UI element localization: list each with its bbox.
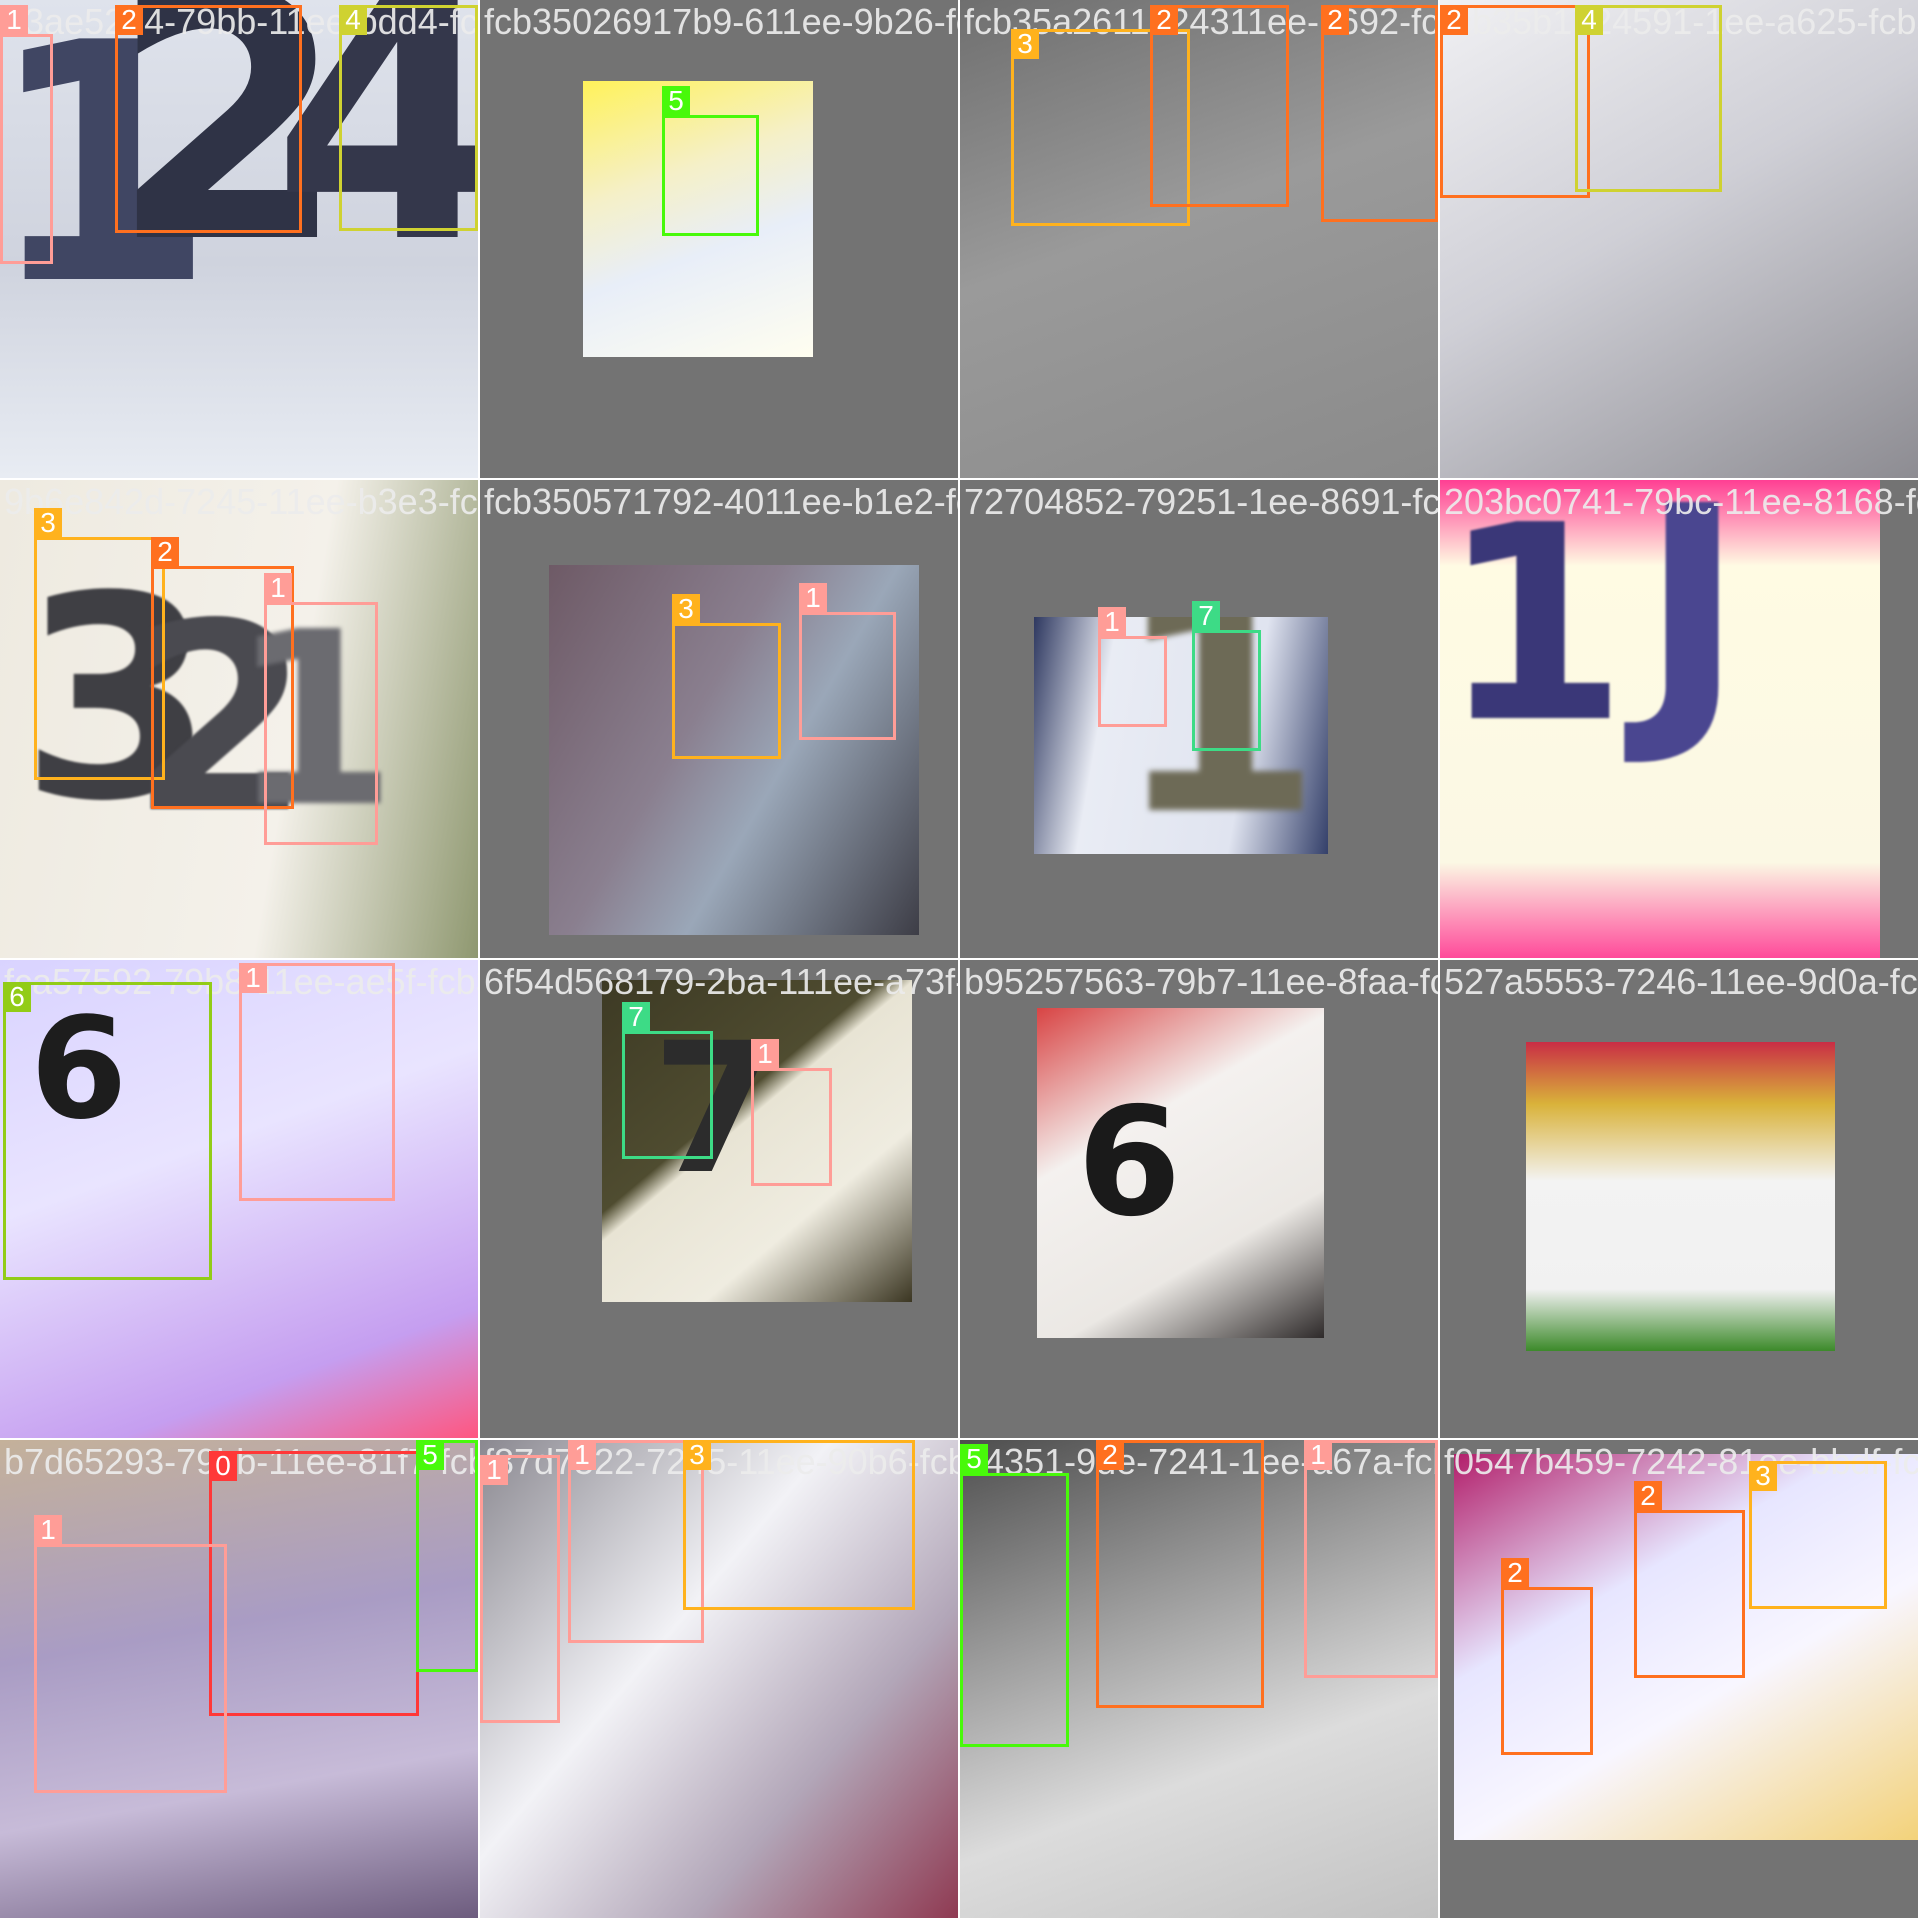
bounding-box: 3 <box>683 1440 915 1610</box>
bounding-box: 2 <box>115 5 302 233</box>
bounding-box: 4 <box>1575 5 1722 192</box>
bounding-box-label: 1 <box>239 963 267 993</box>
bounding-box-label: 5 <box>662 86 690 116</box>
photo-digit: 6 <box>1077 1076 1182 1250</box>
bounding-box: 1 <box>0 5 53 264</box>
bounding-box-label: 2 <box>1150 5 1178 35</box>
bounding-box-label: 4 <box>1575 5 1603 35</box>
bounding-box-label: 5 <box>960 1444 988 1474</box>
bounding-box-label: 7 <box>1192 601 1220 631</box>
bounding-box: 2 <box>1634 1481 1745 1678</box>
mosaic-tile: 124a3ae5294-79bb-11ee-bdd4-fcb3bc2617aa1… <box>0 0 478 478</box>
bounding-box-label: 2 <box>115 5 143 35</box>
bounding-box-label: 2 <box>1501 1558 1529 1588</box>
bounding-box: 2 <box>1321 5 1438 222</box>
mosaic-tile: b7d65293-79bb-11ee-81f7-fcb35a2611051 <box>0 1440 478 1918</box>
bounding-box: 7 <box>1192 601 1261 751</box>
bounding-box: 2 <box>1440 5 1590 198</box>
bounding-box-label: 0 <box>209 1451 237 1481</box>
bounding-box: 1 <box>239 963 395 1201</box>
mosaic-tile: 6fca57592-79b8-11ee-ae5f-fcb35a261161 <box>0 960 478 1438</box>
mosaic-tile: f87d7522-7245-11ee-90b6-fcb35a2611131 <box>480 1440 958 1918</box>
bounding-box: 1 <box>751 1039 832 1186</box>
tile-photo: 17 <box>1034 617 1328 854</box>
mosaic-tile: 3219b6e842d-7245-11ee-b3e3-fcb35026917b3… <box>0 480 478 958</box>
tile-caption: fcb350571792-4011ee-b1e2-fcb3505717 <box>484 481 958 522</box>
bounding-box-label: 1 <box>264 573 292 603</box>
mosaic-tile: 54351-9de-7241-1ee-a67a-fcb35a2611521 <box>960 1440 1438 1918</box>
bounding-box-label: 1 <box>1304 1440 1332 1470</box>
mosaic-tile: 527a5553-7246-11ee-9d0a-fcb35026917b <box>1440 960 1918 1438</box>
bounding-box: 1 <box>799 583 896 740</box>
photo-digit: J <box>1640 480 1745 773</box>
mosaic-grid: 124a3ae5294-79bb-11ee-bdd4-fcb3bc2617aa1… <box>0 0 1920 1920</box>
bounding-box-label: 3 <box>34 508 62 538</box>
bounding-box: 1 <box>1098 607 1167 727</box>
bounding-box: 5 <box>662 86 759 236</box>
mosaic-tile: f0547b459-7242-81ee-bbdf-fcb35a26223 <box>1440 1440 1918 1918</box>
mosaic-tile: fcb35a2611224311ee-b692-fcb35a261122322 <box>960 0 1438 478</box>
tile-caption: fcb35026917b9-611ee-9b26-fcb35026917b <box>484 1 958 42</box>
bounding-box-label: 2 <box>1321 5 1349 35</box>
bounding-box: 0 <box>209 1451 419 1716</box>
bounding-box-label: 6 <box>3 982 31 1012</box>
tile-caption: b95257563-79b7-11ee-8faa-fcb35a2611 <box>964 961 1438 1002</box>
tile-photo: 6 <box>1037 1008 1324 1338</box>
photo-digit: 1 <box>1440 480 1628 782</box>
bounding-box: 3 <box>1749 1461 1887 1609</box>
bounding-box-label: 1 <box>1098 607 1126 637</box>
mosaic-tile: 1772704852-79251-1ee-8691-fcb3bc2617417 <box>960 480 1438 958</box>
mosaic-tile: fcb35b1724591-1ee-a625-fcb35b17245924 <box>1440 0 1918 478</box>
bounding-box-label: 3 <box>672 594 700 624</box>
bounding-box: 1 <box>264 573 378 845</box>
bounding-box: 3 <box>672 594 781 759</box>
bounding-box-label: 4 <box>339 5 367 35</box>
bounding-box: 4 <box>339 5 478 231</box>
bounding-box: 5 <box>960 1444 1069 1747</box>
bounding-box-label: 3 <box>683 1440 711 1470</box>
bounding-box: 1 <box>480 1455 560 1723</box>
mosaic-tile: 76f54d568179-2ba-111ee-a73f-fcb35a2671 <box>480 960 958 1438</box>
mosaic-tile: fcb35026917b9-611ee-9b26-fcb35026917b 5 <box>480 0 958 478</box>
bounding-box-label: 2 <box>1096 1440 1124 1470</box>
tile-caption: 72704852-79251-1ee-8691-fcb3bc26174 <box>964 481 1438 522</box>
bounding-box: 2 <box>1150 5 1289 207</box>
bounding-box: 3 <box>34 508 165 780</box>
bounding-box-label: 1 <box>799 583 827 613</box>
tile-photo: 1J <box>1440 480 1880 958</box>
bounding-box: 2 <box>1096 1440 1264 1708</box>
mosaic-tile: fcb350571792-4011ee-b1e2-fcb3505717 3 1 <box>480 480 958 958</box>
photo-digit: 7 <box>1324 617 1328 827</box>
bounding-box-label: 5 <box>416 1440 444 1470</box>
bounding-box-label: 2 <box>151 537 179 567</box>
mosaic-tile: 1J203bc0741-79bc-11ee-8168-fcb35026 <box>1440 480 1918 958</box>
tile-caption: 527a5553-7246-11ee-9d0a-fcb35026917b <box>1444 961 1918 1002</box>
bounding-box-label: 2 <box>1634 1481 1662 1511</box>
bounding-box-label: 3 <box>1011 29 1039 59</box>
bounding-box: 1 <box>1304 1440 1438 1678</box>
bounding-box-label: 1 <box>34 1515 62 1545</box>
tile-photo <box>1526 1042 1835 1351</box>
bounding-box-label: 1 <box>751 1039 779 1069</box>
bounding-box: 2 <box>1501 1558 1593 1755</box>
bounding-box: 7 <box>622 1002 713 1159</box>
bounding-box-label: 1 <box>480 1455 508 1485</box>
bounding-box-label: 1 <box>0 5 28 35</box>
bounding-box-label: 3 <box>1749 1461 1777 1491</box>
bounding-box: 5 <box>416 1440 478 1672</box>
bounding-box-label: 1 <box>568 1440 596 1470</box>
mosaic-tile: 6 b95257563-79b7-11ee-8faa-fcb35a2611 <box>960 960 1438 1438</box>
bounding-box: 6 <box>3 982 212 1280</box>
bounding-box-label: 7 <box>622 1002 650 1032</box>
bounding-box-label: 2 <box>1440 5 1468 35</box>
bounding-box: 1 <box>34 1515 227 1793</box>
